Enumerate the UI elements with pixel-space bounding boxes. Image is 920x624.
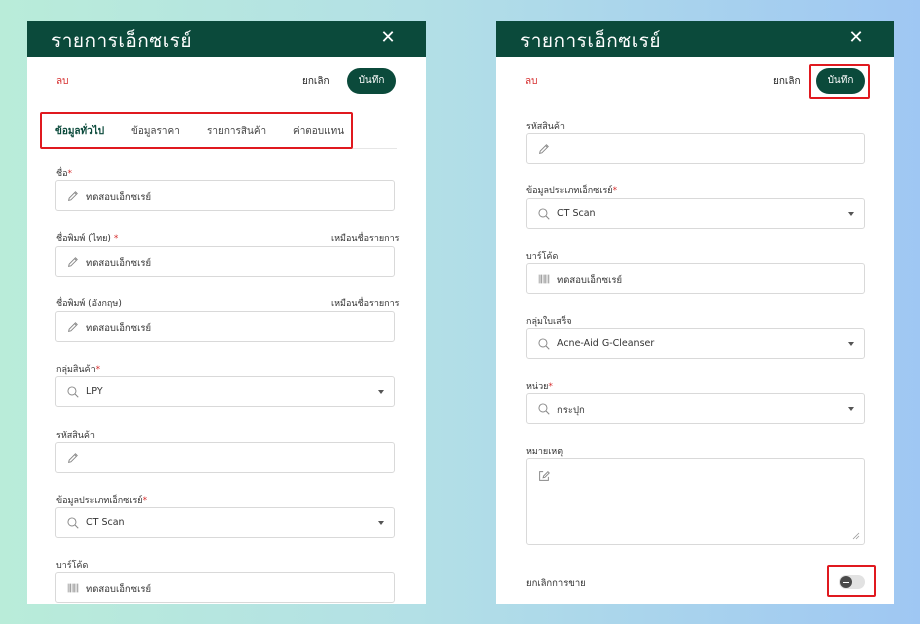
- product-group-label: กลุ่มสินค้า*: [56, 362, 100, 376]
- barcode-value: ทดสอบเอ็กซเรย์: [557, 275, 623, 286]
- delete-button[interactable]: ลบ: [525, 74, 537, 89]
- tab-product-list[interactable]: รายการสินค้า: [207, 124, 266, 139]
- xray-type-value: CT Scan: [557, 208, 596, 219]
- cancel-button[interactable]: ยกเลิก: [773, 74, 801, 89]
- chevron-down-icon[interactable]: [848, 342, 854, 346]
- pencil-icon: [67, 322, 78, 333]
- xray-type-label-text: ข้อมูลประเภทเอ็กซเรย์: [56, 496, 143, 506]
- toggle-knob: [840, 576, 852, 588]
- xray-type-label: ข้อมูลประเภทเอ็กซเรย์*: [526, 183, 617, 197]
- active-tab-indicator: [55, 147, 131, 149]
- product-group-select[interactable]: LPY: [55, 376, 395, 407]
- unit-select[interactable]: กระปุก: [526, 393, 865, 424]
- panel-title: รายการเอ็กซเรย์: [51, 30, 193, 52]
- note-textarea[interactable]: [526, 458, 865, 545]
- search-icon: [67, 386, 79, 398]
- product-group-value: LPY: [86, 386, 103, 397]
- chevron-down-icon[interactable]: [848, 407, 854, 411]
- tab-bar: ข้อมูลทั่วไป ข้อมูลราคา รายการสินค้า ค่า…: [41, 115, 397, 149]
- barcode-label: บาร์โค้ด: [526, 252, 559, 262]
- print-name-th-value: ทดสอบเอ็กซเรย์: [86, 258, 152, 269]
- pencil-icon: [67, 257, 78, 268]
- chevron-down-icon[interactable]: [378, 390, 384, 394]
- required-mark: *: [113, 234, 119, 244]
- print-name-en-input[interactable]: ทดสอบเอ็กซเรย์: [55, 311, 395, 342]
- note-label: หมายเหตุ: [526, 447, 564, 457]
- product-code-label: รหัสสินค้า: [526, 122, 565, 132]
- required-mark: *: [548, 382, 553, 392]
- action-bar: ลบ ยกเลิก บันทึก: [496, 57, 894, 103]
- search-icon: [538, 403, 550, 415]
- receipt-group-select[interactable]: Acne-Aid G-Cleanser: [526, 328, 865, 359]
- panel-title: รายการเอ็กซเรย์: [520, 30, 662, 52]
- tab-compensation[interactable]: ค่าตอบแทน: [293, 124, 344, 139]
- search-icon: [538, 338, 550, 350]
- product-group-label-text: กลุ่มสินค้า: [56, 365, 96, 375]
- barcode-icon: [538, 274, 550, 284]
- receipt-group-value: Acne-Aid G-Cleanser: [557, 338, 655, 349]
- required-mark: *: [95, 365, 101, 375]
- delete-button[interactable]: ลบ: [56, 74, 68, 89]
- panel-header: รายการเอ็กซเรย์ ✕: [496, 21, 894, 57]
- print-name-en-value: ทดสอบเอ็กซเรย์: [86, 323, 152, 334]
- cancel-sale-label: ยกเลิกการขาย: [526, 578, 586, 589]
- cancel-sale-toggle[interactable]: [839, 575, 865, 589]
- panel-header: รายการเอ็กซเรย์ ✕: [27, 21, 426, 57]
- cancel-button[interactable]: ยกเลิก: [302, 74, 330, 89]
- resize-handle-icon[interactable]: [852, 532, 860, 540]
- save-button[interactable]: บันทึก: [816, 68, 865, 94]
- right-panel: รายการเอ็กซเรย์ ✕ ลบ ยกเลิก บันทึก รหัสส…: [496, 21, 894, 604]
- search-icon: [67, 517, 79, 529]
- name-input[interactable]: ทดสอบเอ็กซเรย์: [55, 180, 395, 211]
- unit-label: หน่วย*: [526, 379, 553, 393]
- unit-label-text: หน่วย: [526, 382, 549, 392]
- required-mark: *: [612, 186, 618, 196]
- edit-note-icon: [539, 470, 550, 481]
- pencil-icon: [67, 191, 78, 202]
- tab-general[interactable]: ข้อมูลทั่วไป: [55, 124, 104, 139]
- xray-type-select[interactable]: CT Scan: [526, 198, 865, 229]
- chevron-down-icon[interactable]: [378, 521, 384, 525]
- name-label-text: ชื่อ: [56, 169, 68, 179]
- barcode-icon: [67, 583, 79, 593]
- same-as-name-link[interactable]: เหมือนชื่อรายการ: [331, 296, 400, 310]
- pencil-icon: [67, 453, 78, 464]
- close-icon[interactable]: ✕: [848, 27, 864, 49]
- product-code-input[interactable]: [55, 442, 395, 473]
- barcode-label: บาร์โค้ด: [56, 561, 89, 571]
- print-name-en-label: ชื่อพิมพ์ (อังกฤษ): [56, 299, 122, 309]
- unit-value: กระปุก: [557, 405, 585, 416]
- xray-type-label-text: ข้อมูลประเภทเอ็กซเรย์: [526, 186, 613, 196]
- receipt-group-label: กลุ่มใบเสร็จ: [526, 317, 572, 327]
- chevron-down-icon[interactable]: [848, 212, 854, 216]
- tab-pricing[interactable]: ข้อมูลราคา: [131, 124, 180, 139]
- action-bar: ลบ ยกเลิก บันทึก: [27, 57, 426, 103]
- print-name-th-label: ชื่อพิมพ์ (ไทย) *: [56, 231, 118, 245]
- pencil-icon: [538, 144, 549, 155]
- name-value: ทดสอบเอ็กซเรย์: [86, 192, 152, 203]
- print-name-th-label-text: ชื่อพิมพ์ (ไทย): [56, 234, 111, 244]
- same-as-name-link[interactable]: เหมือนชื่อรายการ: [331, 231, 400, 245]
- xray-type-label: ข้อมูลประเภทเอ็กซเรย์*: [56, 493, 147, 507]
- xray-type-select[interactable]: CT Scan: [55, 507, 395, 538]
- barcode-input[interactable]: ทดสอบเอ็กซเรย์: [526, 263, 865, 294]
- xray-type-value: CT Scan: [86, 517, 125, 528]
- search-icon: [538, 208, 550, 220]
- required-mark: *: [142, 496, 148, 506]
- product-code-label: รหัสสินค้า: [56, 431, 95, 441]
- left-panel: รายการเอ็กซเรย์ ✕ ลบ ยกเลิก บันทึก ข้อมู…: [27, 21, 426, 604]
- close-icon[interactable]: ✕: [380, 27, 396, 49]
- name-label: ชื่อ*: [56, 166, 72, 180]
- required-mark: *: [67, 169, 73, 179]
- save-button[interactable]: บันทึก: [347, 68, 396, 94]
- barcode-value: ทดสอบเอ็กซเรย์: [86, 584, 152, 595]
- print-name-th-input[interactable]: ทดสอบเอ็กซเรย์: [55, 246, 395, 277]
- barcode-input[interactable]: ทดสอบเอ็กซเรย์: [55, 572, 395, 603]
- product-code-input[interactable]: [526, 133, 865, 164]
